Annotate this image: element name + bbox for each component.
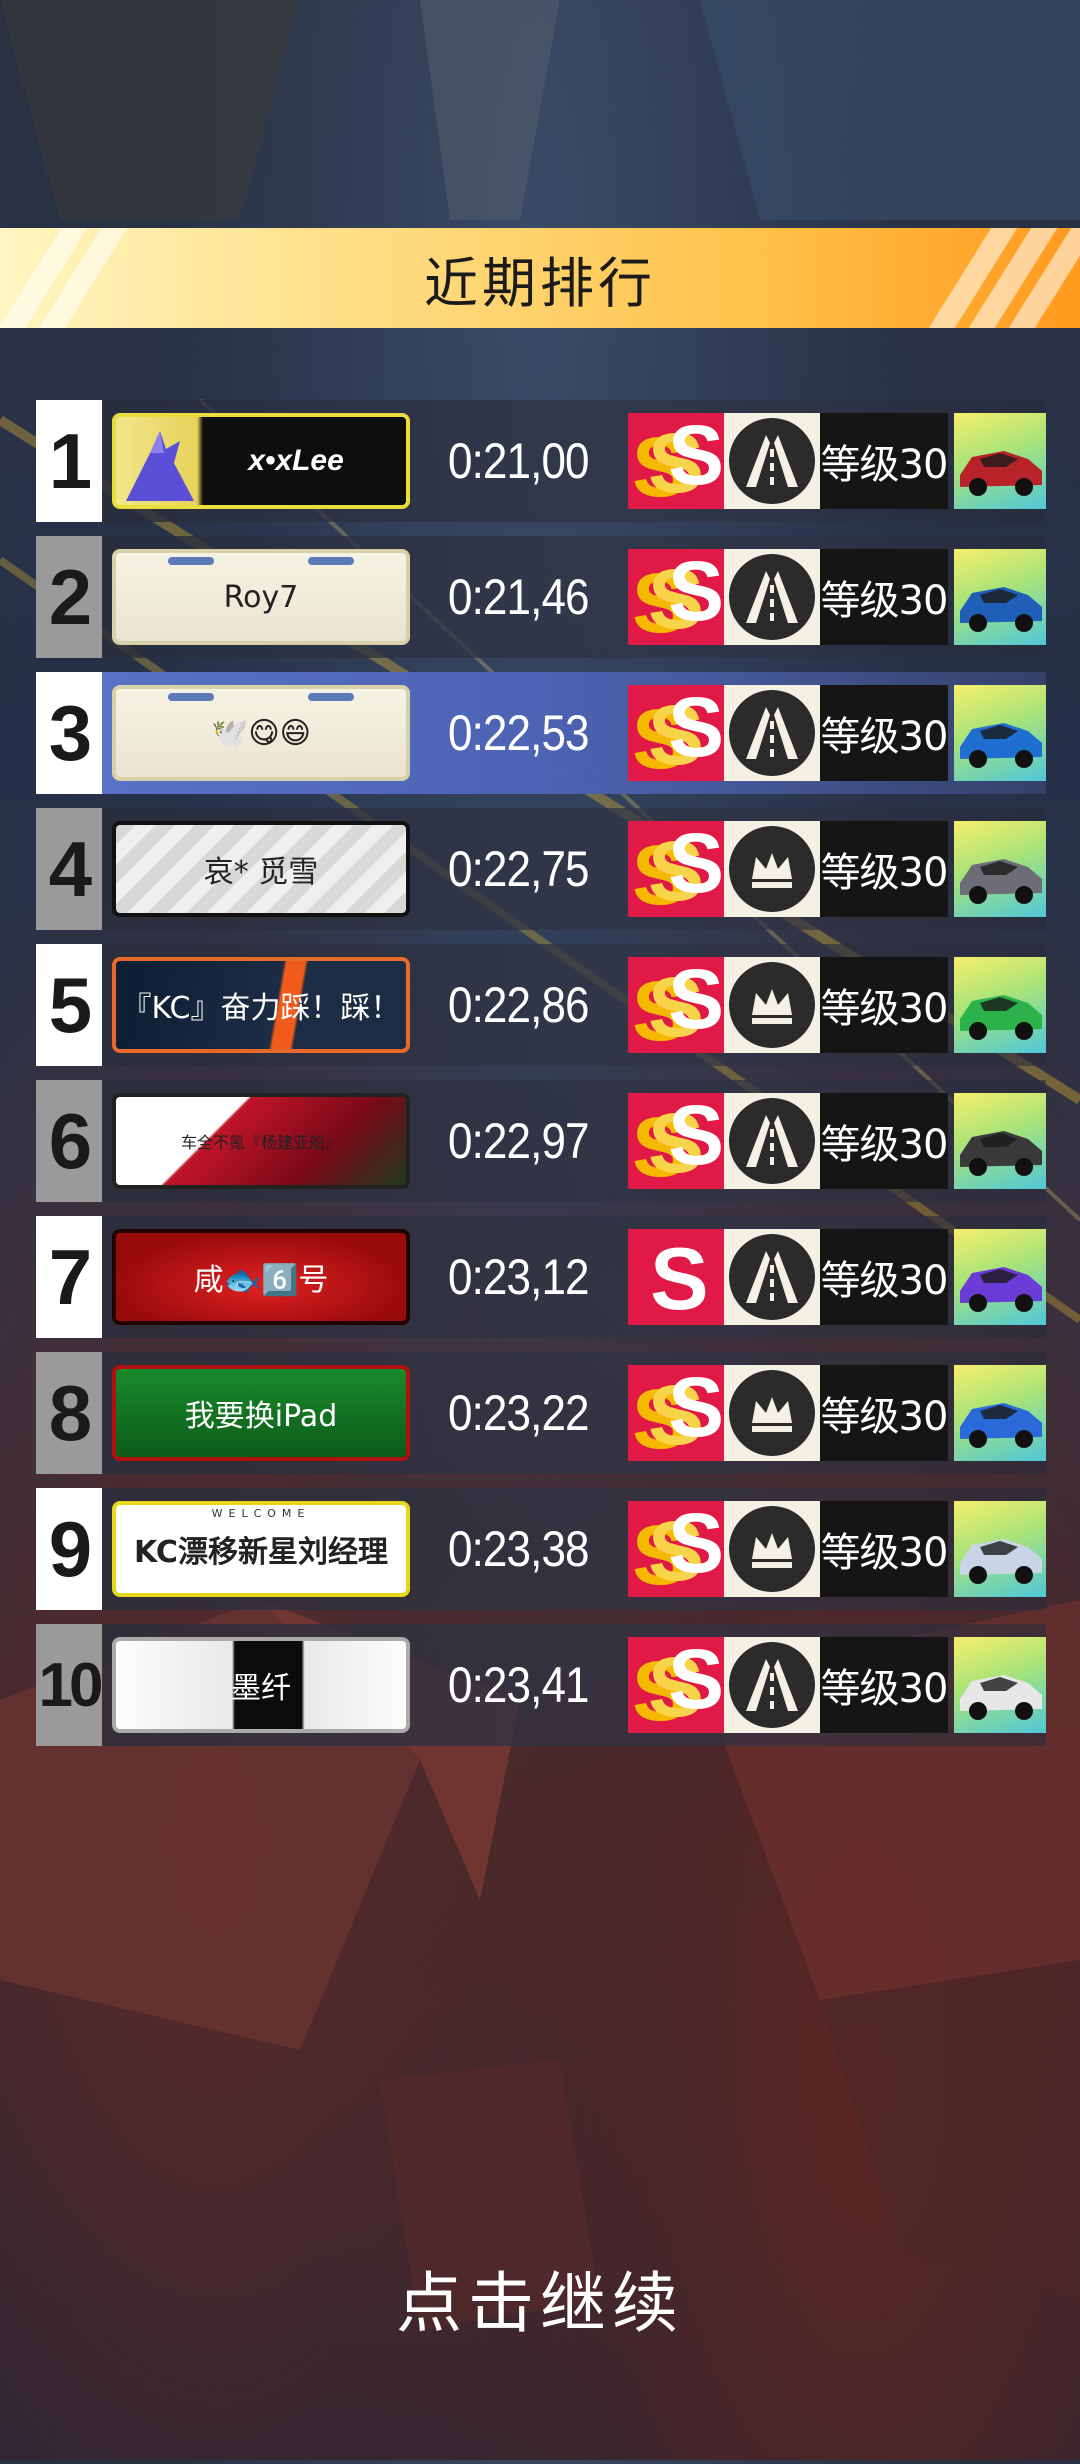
player-name: 🕊️😋😄	[211, 715, 311, 751]
crown-icon	[724, 1365, 820, 1461]
title-banner: 近期排行	[0, 228, 1080, 328]
leaderboard-row[interactable]: 5 『KC』奋力踩！踩！ 0:22,86 S S S 等级30	[36, 944, 1046, 1066]
name-plate: 车全不氪『杨建亚船』	[112, 1093, 410, 1189]
car-icon	[954, 685, 1046, 781]
rank-number: 1	[36, 400, 102, 522]
lap-time: 0:22,75	[448, 841, 590, 897]
player-name: x•xLee	[248, 444, 344, 477]
leaderboard-row[interactable]: 2 Roy7 0:21,46 S S S 等级30	[36, 536, 1046, 658]
road-icon	[724, 1229, 820, 1325]
car-icon	[954, 1229, 1046, 1325]
rank-number: 5	[36, 944, 102, 1066]
player-level: 等级30	[820, 549, 948, 645]
player-name: 『KC』奋力踩！踩！	[121, 991, 401, 1026]
s-rank-badge-icon: SSS	[628, 1365, 724, 1461]
tap-to-continue-label[interactable]: 点击继续	[0, 2250, 1080, 2346]
player-level: 等级30	[820, 1093, 948, 1189]
lap-time: 0:23,12	[448, 1249, 590, 1305]
car-icon	[954, 1365, 1046, 1461]
rank-number: 3	[36, 672, 102, 794]
player-level: 等级30	[820, 957, 948, 1053]
leaderboard-row[interactable]: 8 我要换iPad 0:23,22 S S S 等级30	[36, 1352, 1046, 1474]
lap-time: 0:21,00	[448, 433, 590, 489]
player-level: 等级30	[820, 685, 948, 781]
road-icon	[724, 685, 820, 781]
name-plate: x•xLee	[112, 413, 410, 509]
name-plate: 🕊️😋😄	[112, 685, 410, 781]
car-icon	[954, 957, 1046, 1053]
player-level: 等级30	[820, 413, 948, 509]
car-icon	[954, 1093, 1046, 1189]
car-icon	[954, 549, 1046, 645]
rank-number: 6	[36, 1080, 102, 1202]
crown-icon	[724, 1501, 820, 1597]
car-icon	[954, 821, 1046, 917]
leaderboard-row[interactable]: 6 车全不氪『杨建亚船』 0:22,97 S S S 等级30	[36, 1080, 1046, 1202]
s-rank-badge-icon: SSS	[628, 413, 724, 509]
name-plate: 咸🐟6️⃣号	[112, 1229, 410, 1325]
player-name: KC漂移新星刘经理	[134, 1535, 388, 1570]
name-plate: 哀* 觅雪	[112, 821, 410, 917]
page-title: 近期排行	[424, 251, 656, 315]
player-level: 等级30	[820, 1365, 948, 1461]
lap-time: 0:22,53	[448, 705, 590, 761]
s-rank-badge-icon: SSS	[628, 957, 724, 1053]
rank-number: 2	[36, 536, 102, 658]
player-level: 等级30	[820, 1637, 948, 1733]
s-rank-badge-icon: SSS	[628, 549, 724, 645]
lap-time: 0:22,97	[448, 1113, 590, 1169]
lap-time: 0:22,86	[448, 977, 590, 1033]
player-name: 墨纤	[231, 1671, 291, 1706]
player-name: 哀* 觅雪	[203, 855, 319, 890]
rank-number: 8	[36, 1352, 102, 1474]
player-name: Roy7	[223, 579, 299, 615]
name-plate: Roy7	[112, 549, 410, 645]
name-plate: 『KC』奋力踩！踩！	[112, 957, 410, 1053]
road-icon	[724, 1093, 820, 1189]
road-icon	[724, 1637, 820, 1733]
plate-welcome-text: WELCOME	[211, 1507, 311, 1520]
leaderboard-row[interactable]: 7 咸🐟6️⃣号 0:23,12 S 等级30	[36, 1216, 1046, 1338]
car-icon	[954, 1637, 1046, 1733]
s-rank-badge-icon: SSS	[628, 685, 724, 781]
player-level: 等级30	[820, 1229, 948, 1325]
leaderboard-row[interactable]: 10 墨纤 0:23,41 S S S 等级30	[36, 1624, 1046, 1746]
player-level: 等级30	[820, 1501, 948, 1597]
s-rank-badge-icon: S	[628, 1229, 724, 1325]
player-name: 咸🐟6️⃣号	[193, 1263, 329, 1298]
rank-number: 7	[36, 1216, 102, 1338]
s-rank-badge-icon: SSS	[628, 1093, 724, 1189]
leaderboard-row[interactable]: 9 WELCOME KC漂移新星刘经理 0:23,38 S S S 等级30	[36, 1488, 1046, 1610]
lap-time: 0:21,46	[448, 569, 590, 625]
player-level: 等级30	[820, 821, 948, 917]
lap-time: 0:23,41	[448, 1657, 590, 1713]
s-rank-badge-icon: SSS	[628, 821, 724, 917]
road-icon	[724, 549, 820, 645]
car-icon	[954, 1501, 1046, 1597]
s-rank-badge-icon: SSS	[628, 1501, 724, 1597]
rank-number: 9	[36, 1488, 102, 1610]
player-name: 我要换iPad	[184, 1399, 338, 1434]
leaderboard-row[interactable]: 1 x•xLee 0:21,00 S S S 等级30	[36, 400, 1046, 522]
rank-number: 10	[36, 1624, 103, 1746]
s-rank-badge-icon: SSS	[628, 1637, 724, 1733]
car-icon	[954, 413, 1046, 509]
leaderboard: 1 x•xLee 0:21,00 S S S 等级30 2 Roy7 0:21,46 S S S 等级30…	[36, 400, 1046, 1760]
wolf-icon	[126, 431, 194, 501]
name-plate: 墨纤	[112, 1637, 410, 1733]
leaderboard-row[interactable]: 4 哀* 觅雪 0:22,75 S S S 等级30	[36, 808, 1046, 930]
crown-icon	[724, 821, 820, 917]
crown-icon	[724, 957, 820, 1053]
leaderboard-row[interactable]: 3 🕊️😋😄 0:22,53 S S S 等级30	[36, 672, 1046, 794]
player-name: 车全不氪『杨建亚船』	[180, 1133, 341, 1152]
lap-time: 0:23,22	[448, 1385, 590, 1441]
name-plate: WELCOME KC漂移新星刘经理	[112, 1501, 410, 1597]
lap-time: 0:23,38	[448, 1521, 590, 1577]
road-icon	[724, 413, 820, 509]
rank-number: 4	[36, 808, 102, 930]
name-plate: 我要换iPad	[112, 1365, 410, 1461]
